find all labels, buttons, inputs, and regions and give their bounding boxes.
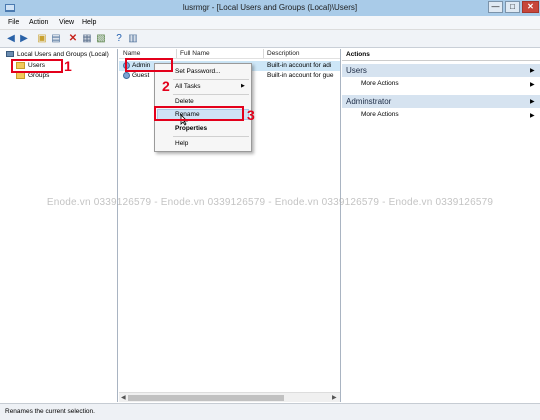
- submenu-arrow-icon[interactable]: ▶: [530, 81, 535, 88]
- tree-pane: Local Users and Groups (Local) Users Gro…: [3, 49, 118, 402]
- annotation-number-2: 2: [162, 78, 170, 94]
- action-pane-icon[interactable]: ▥: [127, 33, 139, 45]
- row-description: Built-in account for gue: [267, 72, 334, 79]
- row-name: Guest: [132, 72, 150, 79]
- menu-view[interactable]: View: [59, 19, 74, 26]
- annotation-box-admin: [125, 58, 173, 72]
- close-button[interactable]: ✕: [522, 1, 539, 13]
- submenu-arrow-icon[interactable]: ▶: [530, 112, 535, 119]
- column-header-full-name[interactable]: Full Name: [180, 50, 210, 57]
- menu-help[interactable]: Help: [82, 19, 96, 26]
- tree-root-label: Local Users and Groups (Local): [17, 51, 109, 58]
- menu-separator: [173, 79, 249, 80]
- menu-item-set-password[interactable]: Set Password...: [175, 68, 221, 75]
- annotation-box-rename: [154, 106, 244, 121]
- actions-section-adminstrator[interactable]: Adminstrator: [342, 95, 540, 108]
- maximize-icon: □: [510, 2, 515, 11]
- watermark-text: Enode.vn 0339126579 - Enode.vn 033912657…: [46, 197, 494, 208]
- menu-bar: File Action View Help: [0, 16, 540, 30]
- column-header-name[interactable]: Name: [123, 50, 140, 57]
- maximize-button[interactable]: □: [505, 1, 520, 13]
- scroll-left-icon[interactable]: ◀: [121, 394, 126, 401]
- status-text: Renames the current selection.: [5, 408, 95, 415]
- menu-item-delete[interactable]: Delete: [175, 98, 194, 105]
- column-header-description[interactable]: Description: [267, 50, 300, 57]
- horizontal-scrollbar[interactable]: ◀ ▶: [119, 392, 340, 402]
- help-icon[interactable]: ?: [113, 33, 125, 45]
- actions-pane: Actions Users ▶ More Actions ▶ Adminstra…: [342, 49, 540, 402]
- collapse-arrow-icon[interactable]: ▶: [530, 98, 535, 105]
- properties-icon[interactable]: ▦: [81, 33, 93, 45]
- export-list-icon[interactable]: ▧: [95, 33, 107, 45]
- window-title: lusrmgr - [Local Users and Groups (Local…: [182, 3, 358, 12]
- status-bar: Renames the current selection.: [0, 403, 540, 420]
- actions-section-users[interactable]: Users: [342, 64, 540, 77]
- annotation-number-3: 3: [247, 107, 255, 123]
- menu-file[interactable]: File: [8, 19, 19, 26]
- menu-item-properties[interactable]: Properties: [175, 125, 207, 132]
- more-actions-link[interactable]: More Actions: [361, 111, 399, 118]
- menu-item-all-tasks[interactable]: All Tasks: [175, 83, 201, 90]
- user-icon: [123, 71, 130, 79]
- computer-icon: [6, 51, 14, 58]
- menu-item-help[interactable]: Help: [175, 140, 188, 147]
- collapse-arrow-icon[interactable]: ▶: [530, 67, 535, 74]
- scrollbar-thumb[interactable]: [128, 395, 284, 401]
- forward-arrow-icon[interactable]: ▶: [18, 33, 30, 45]
- toolbar: ◀ ▶ ▣ ▤ ✕ ▦ ▧ ? ▥: [0, 30, 540, 48]
- up-folder-icon[interactable]: ▣: [36, 33, 48, 45]
- menu-action[interactable]: Action: [29, 19, 48, 26]
- annotation-number-1: 1: [64, 58, 72, 74]
- submenu-arrow-icon: ▶: [241, 83, 245, 89]
- annotation-box-users: [11, 59, 63, 73]
- scroll-right-icon[interactable]: ▶: [332, 394, 337, 401]
- back-arrow-icon[interactable]: ◀: [5, 33, 17, 45]
- more-actions-link[interactable]: More Actions: [361, 80, 399, 87]
- menu-separator: [173, 136, 249, 137]
- minimize-button[interactable]: —: [488, 1, 503, 13]
- minimize-icon: —: [491, 2, 500, 11]
- row-description: Built-in account for adi: [267, 62, 332, 69]
- tree-groups-label: Groups: [28, 72, 50, 79]
- delete-icon[interactable]: ✕: [67, 33, 79, 45]
- actions-header: Actions: [342, 49, 540, 61]
- close-icon: ✕: [527, 2, 534, 11]
- title-bar: lusrmgr - [Local Users and Groups (Local…: [0, 0, 540, 16]
- menu-separator: [173, 94, 249, 95]
- show-hide-tree-icon[interactable]: ▤: [50, 33, 62, 45]
